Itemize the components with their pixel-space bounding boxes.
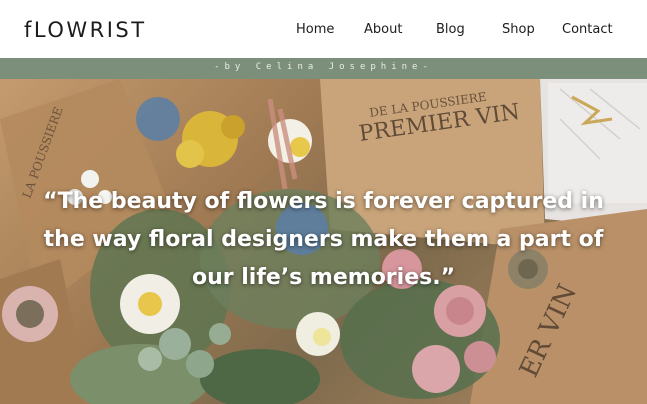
hero-image: PREMIER VIN DE LA POUSSIERE ER VIN LA PO… bbox=[0, 79, 647, 404]
nav-contact-link[interactable]: Contact bbox=[562, 22, 613, 37]
tagline-text: -by Celina Josephine- bbox=[214, 62, 433, 72]
nav-shop-link[interactable]: Shop bbox=[502, 22, 535, 37]
brand-logo[interactable]: fLOWRIST bbox=[24, 18, 147, 42]
site-header: fLOWRIST Home About Blog Shop Contact bbox=[0, 0, 647, 58]
nav-blog-link[interactable]: Blog bbox=[436, 22, 465, 37]
nav-about-link[interactable]: About bbox=[364, 22, 402, 37]
nav-home-link[interactable]: Home bbox=[296, 22, 334, 37]
hero-quote: “The beauty of flowers is forever captur… bbox=[43, 189, 604, 290]
tagline-bar: -by Celina Josephine- bbox=[0, 58, 647, 79]
